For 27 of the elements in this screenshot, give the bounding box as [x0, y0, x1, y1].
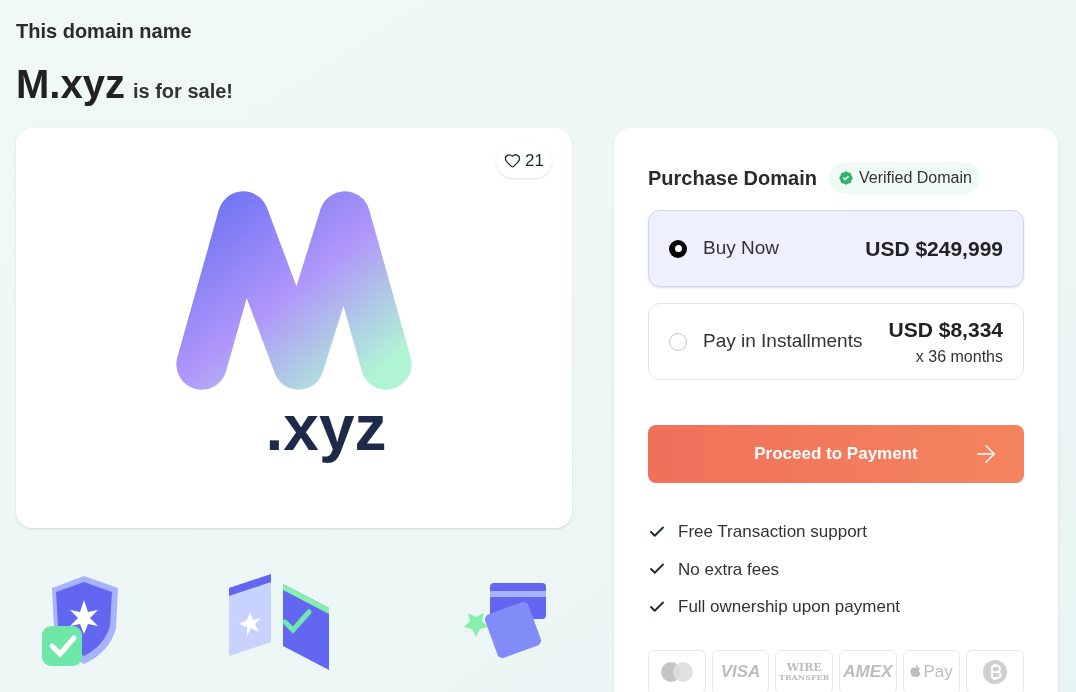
feature-text: Free Transaction support — [678, 521, 867, 543]
option-label: Pay in Installments — [703, 329, 864, 354]
letter-m-logo-icon — [174, 188, 414, 392]
radio-button[interactable] — [669, 239, 687, 258]
bitcoin-icon — [982, 658, 1009, 685]
intro-text: This domain name — [16, 19, 193, 44]
option-price: USD $249,999 — [865, 235, 1003, 262]
apple-icon — [910, 665, 922, 678]
for-sale-text: is for sale! — [132, 79, 233, 104]
feature-text: No extra fees — [678, 558, 780, 581]
like-button[interactable]: 21 — [496, 144, 552, 178]
heart-icon — [504, 152, 522, 170]
card-brand-label: VISA — [720, 660, 761, 683]
card-brand-label: AMEX — [843, 660, 893, 683]
option-price: USD $8,334 — [888, 316, 1003, 343]
pay-label: Pay — [923, 660, 953, 683]
feature-text: Full ownership upon payment — [678, 596, 901, 618]
panel-title: Purchase Domain — [648, 166, 817, 191]
verified-badge: Verified Domain — [828, 162, 980, 194]
verified-check-icon — [836, 169, 855, 187]
price-option[interactable]: Pay in Installments USD $8,334 x 36 months — [648, 303, 1024, 380]
overlapping-circles-icon — [658, 660, 695, 683]
installment-note: x 36 months — [915, 347, 1003, 368]
domain-title: M.xyz — [16, 61, 125, 108]
wire-transfer-label: WIRE TRANSFER — [779, 662, 830, 681]
price-option[interactable]: Buy Now USD $249,999 — [648, 210, 1024, 287]
option-label: Buy Now — [703, 236, 781, 261]
